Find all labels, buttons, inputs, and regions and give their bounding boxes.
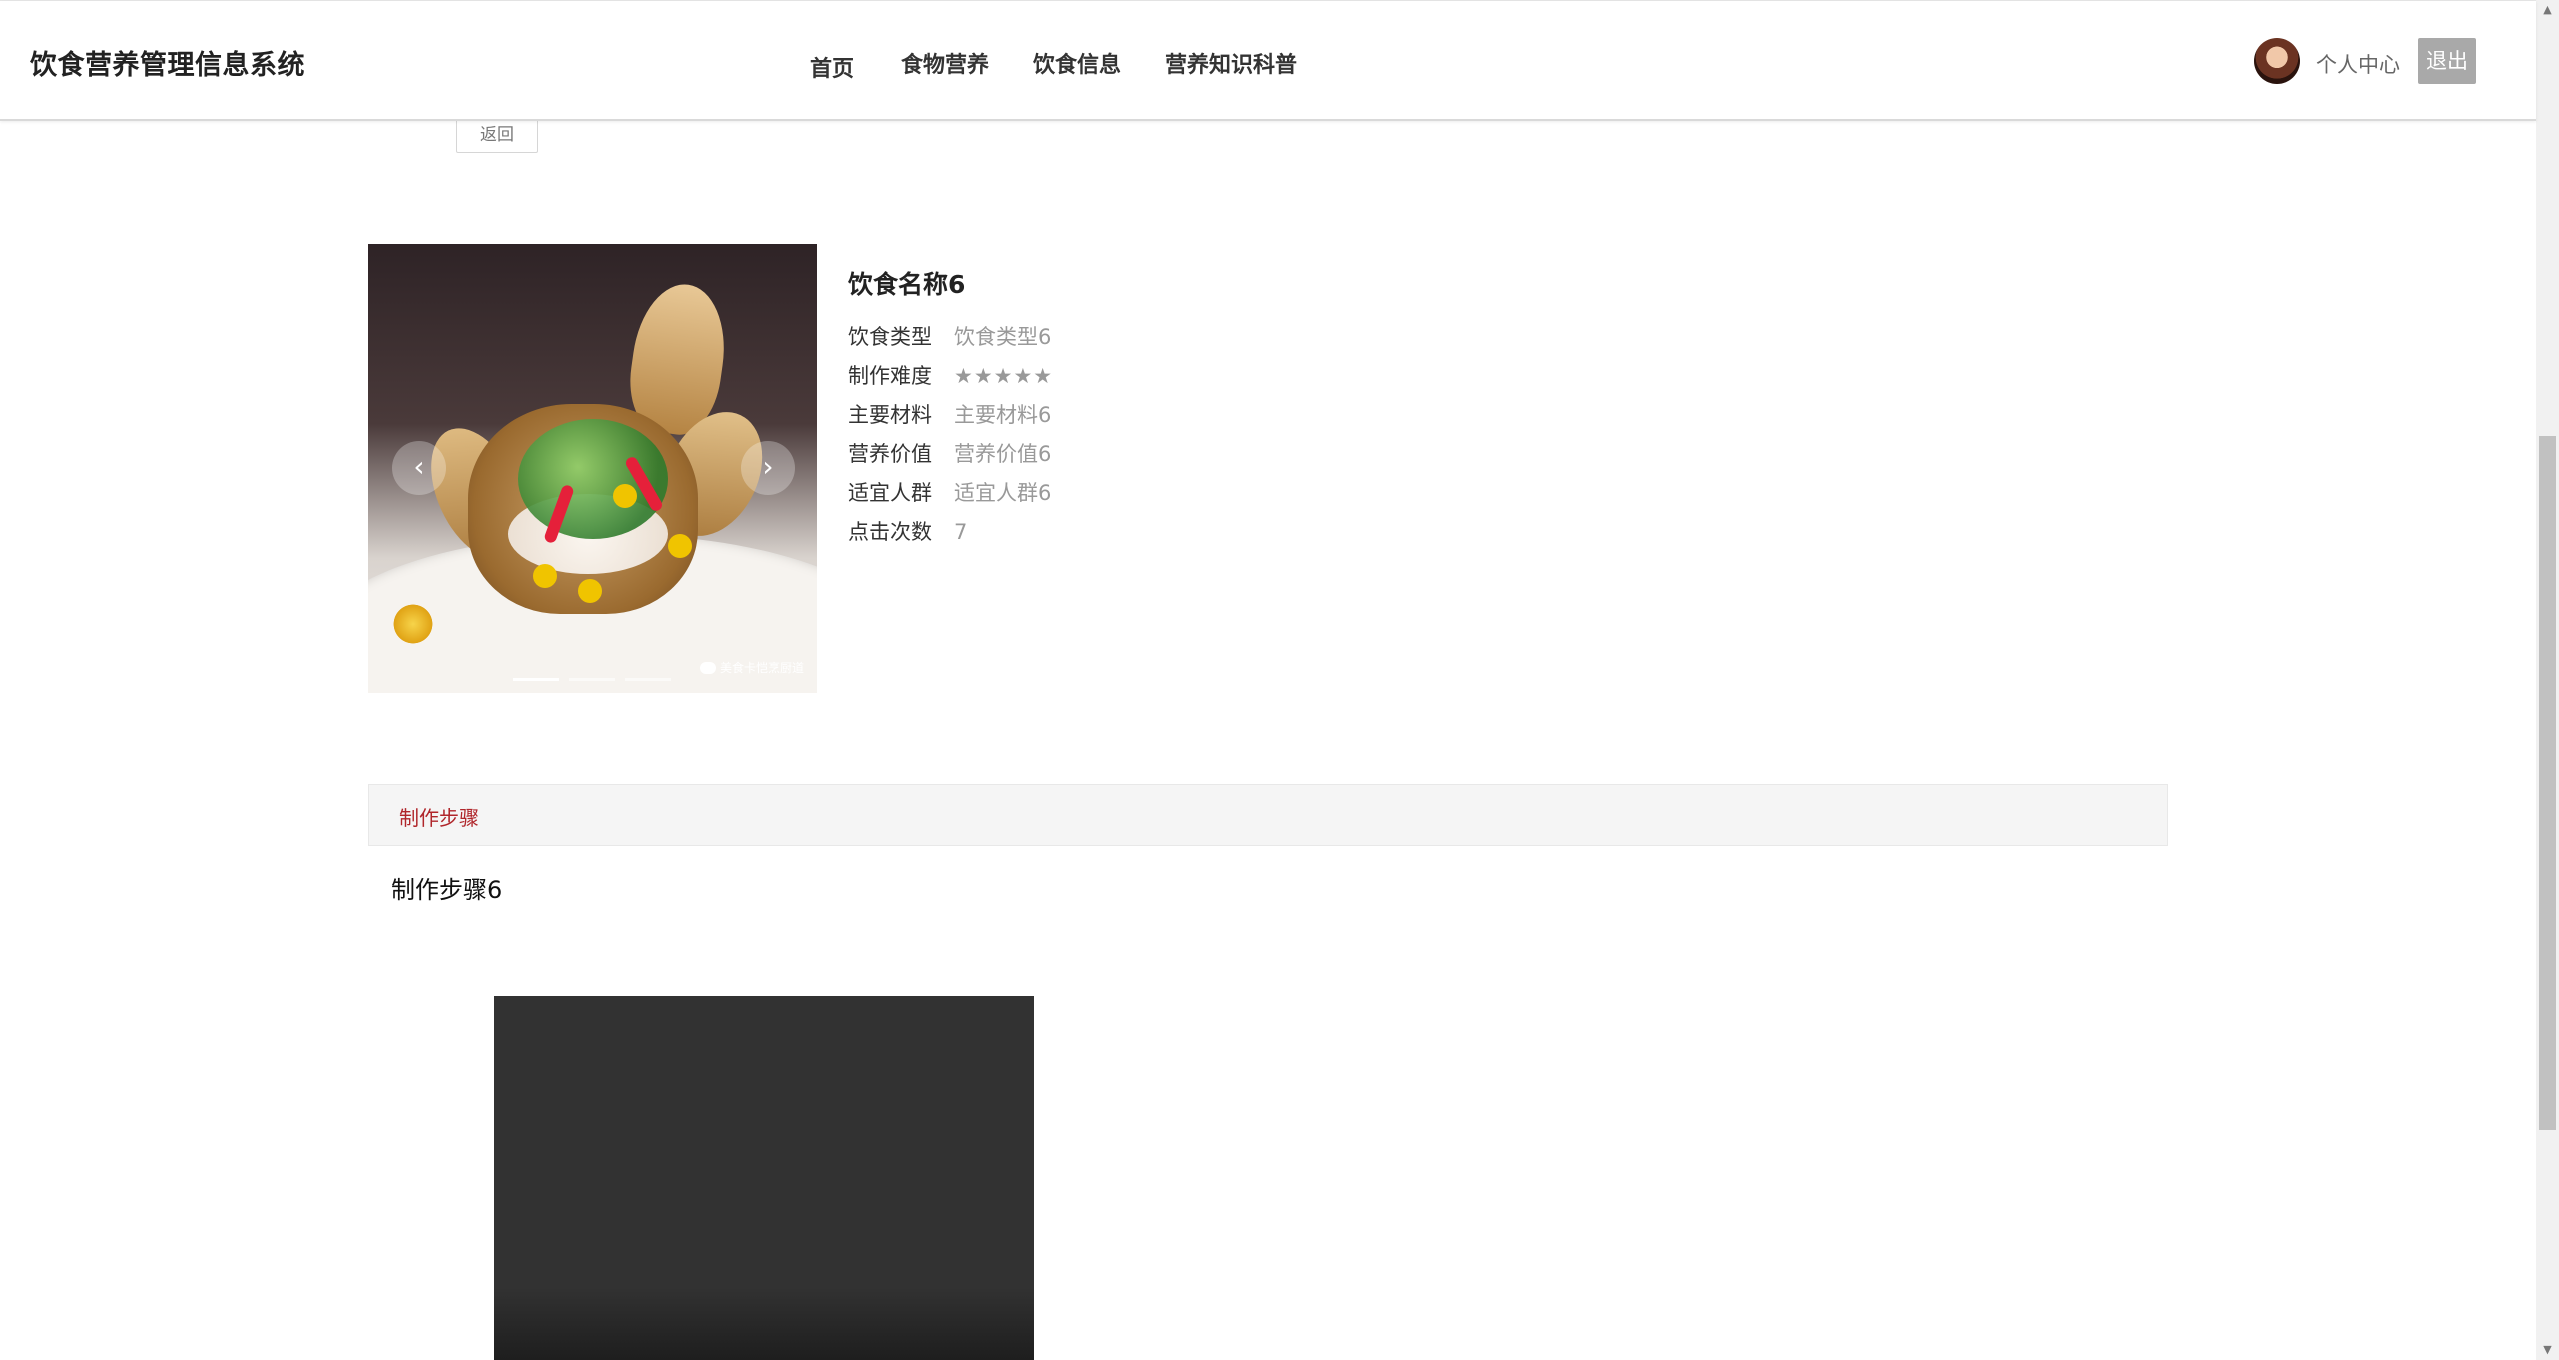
detail-row-difficulty: 制作难度 ★★★★★: [848, 361, 1053, 391]
nav-food-nutrition[interactable]: 食物营养: [901, 47, 989, 79]
detail-row-materials: 主要材料 主要材料6: [848, 400, 1051, 430]
detail-label: 饮食类型: [848, 325, 932, 349]
detail-value: 适宜人群6: [954, 481, 1052, 505]
carousel-indicator[interactable]: [513, 678, 559, 681]
scroll-down-icon[interactable]: ▼: [2536, 1340, 2559, 1360]
nav-home[interactable]: 首页: [810, 51, 854, 83]
flower-garnish: [388, 604, 438, 644]
steps-tab-bar: 制作步骤: [368, 784, 2168, 846]
image-watermark: 美食卡恺烹厨道: [700, 659, 804, 676]
difficulty-stars: ★★★★★: [954, 364, 1054, 388]
carousel-indicators: [513, 666, 681, 685]
click-count: 7: [954, 520, 968, 544]
site-title: 饮食营养管理信息系统: [30, 50, 305, 81]
tab-steps[interactable]: 制作步骤: [399, 802, 479, 831]
nav-nutrition-knowledge[interactable]: 营养知识科普: [1165, 47, 1297, 79]
scrollbar-thumb[interactable]: [2539, 436, 2556, 1130]
corn-kernel: [578, 579, 602, 603]
food-name: 饮食名称6: [848, 270, 966, 299]
food-image-carousel[interactable]: ‹ › 美食卡恺烹厨道: [368, 244, 817, 693]
detail-label: 主要材料: [848, 403, 932, 427]
detail-label: 营养价值: [848, 442, 932, 466]
site-header: 饮食营养管理信息系统 首页 食物营养 饮食信息 营养知识科普 个人中心 退出: [0, 1, 2536, 121]
nav-diet-info[interactable]: 饮食信息: [1033, 47, 1121, 79]
scroll-up-icon[interactable]: ▲: [2536, 0, 2559, 20]
steps-content: 制作步骤6: [391, 876, 503, 904]
video-player[interactable]: [494, 996, 1034, 1360]
logout-button[interactable]: 退出: [2418, 38, 2476, 84]
corn-kernel: [533, 564, 557, 588]
back-button[interactable]: 返回: [456, 117, 538, 153]
carousel-indicator[interactable]: [625, 678, 671, 681]
user-avatar[interactable]: [2254, 38, 2300, 84]
detail-value: 饮食类型6: [954, 325, 1052, 349]
carousel-prev-button[interactable]: ‹: [392, 441, 446, 495]
detail-row-nutrition: 营养价值 营养价值6: [848, 439, 1051, 469]
corn-kernel: [668, 534, 692, 558]
detail-label: 制作难度: [848, 364, 932, 388]
wechat-icon: [700, 661, 716, 674]
carousel-next-button[interactable]: ›: [741, 441, 795, 495]
detail-label: 适宜人群: [848, 481, 932, 505]
detail-label: 点击次数: [848, 520, 932, 544]
page-scrollbar[interactable]: ▲ ▼: [2536, 0, 2559, 1360]
watermark-text: 美食卡恺烹厨道: [720, 661, 805, 675]
carousel-indicator[interactable]: [569, 678, 615, 681]
detail-row-type: 饮食类型 饮食类型6: [848, 322, 1051, 352]
detail-value: 主要材料6: [954, 403, 1052, 427]
detail-row-audience: 适宜人群 适宜人群6: [848, 478, 1051, 508]
corn-kernel: [613, 484, 637, 508]
user-center-link[interactable]: 个人中心: [2316, 49, 2400, 79]
detail-row-clicks: 点击次数 7: [848, 517, 967, 547]
detail-value: 营养价值6: [954, 442, 1052, 466]
